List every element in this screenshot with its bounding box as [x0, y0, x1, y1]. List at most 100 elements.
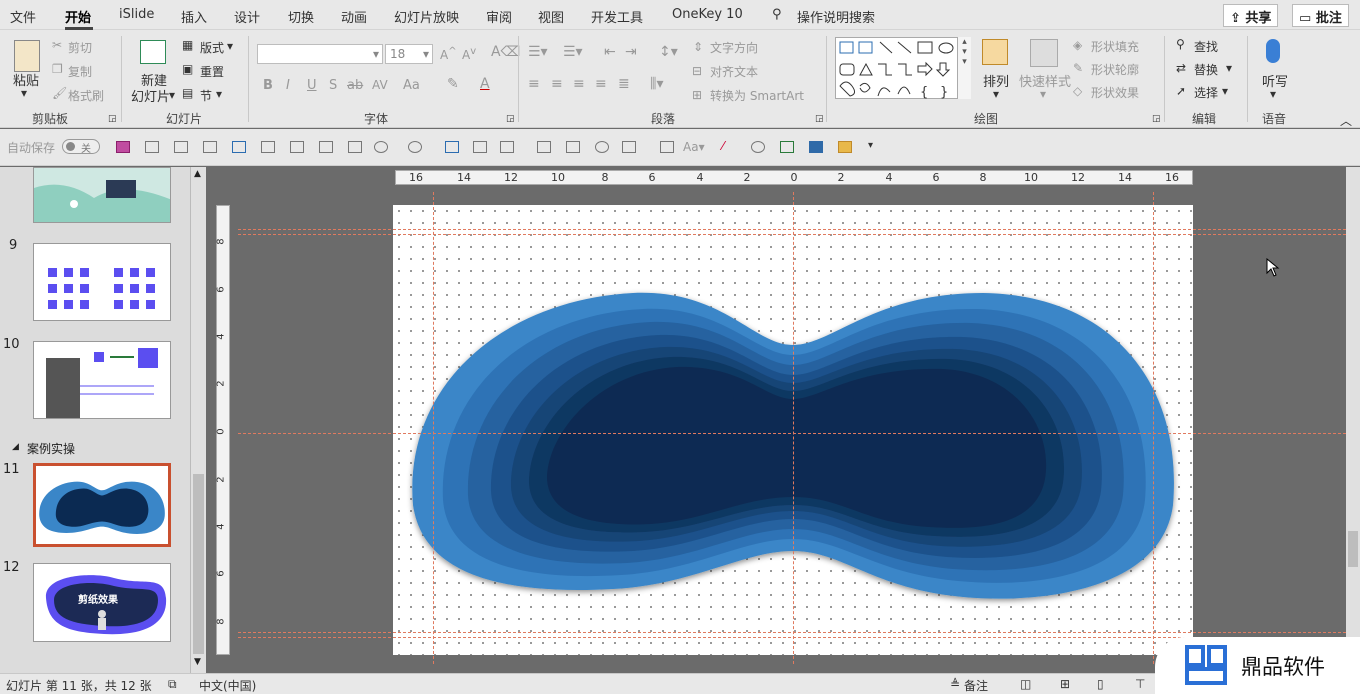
replace-button[interactable]: 替换: [1194, 61, 1218, 78]
guide-line[interactable]: [1153, 192, 1154, 664]
align-text-button[interactable]: 对齐文本: [710, 63, 758, 80]
notes-button[interactable]: 备注: [964, 677, 988, 694]
align-top-icon[interactable]: [261, 141, 275, 153]
guide-line[interactable]: [433, 192, 434, 664]
layout-button[interactable]: 版式: [200, 39, 224, 56]
line-spacing-icon[interactable]: ↕▾: [659, 44, 678, 60]
slideshow-view-icon[interactable]: ⊤: [1135, 677, 1145, 691]
strikethrough-button[interactable]: ab: [347, 78, 363, 93]
ungroup-icon[interactable]: [203, 141, 217, 153]
guide-line[interactable]: [238, 229, 1346, 230]
font-launcher-icon[interactable]: ◲: [506, 114, 515, 124]
share-button[interactable]: ⇪ 共享: [1223, 4, 1279, 27]
chart-icon[interactable]: [780, 141, 794, 153]
align-center-icon[interactable]: ≡: [551, 76, 563, 92]
menu-review[interactable]: 审阅: [486, 7, 512, 26]
menu-insert[interactable]: 插入: [181, 7, 207, 26]
columns-icon[interactable]: ⫼▾: [650, 76, 663, 92]
autosave-toggle[interactable]: 关: [62, 139, 100, 155]
slide-thumbnail[interactable]: [33, 167, 171, 223]
distributed-icon[interactable]: ≣: [618, 76, 630, 92]
customize-qat-icon[interactable]: ▾: [868, 140, 873, 151]
comments-button[interactable]: ▭ 批注: [1292, 4, 1349, 27]
distribute-icon[interactable]: [290, 141, 304, 153]
shape-fill-quick-icon[interactable]: [408, 141, 422, 153]
paragraph-launcher-icon[interactable]: ◲: [815, 114, 824, 124]
gear-icon[interactable]: [751, 141, 765, 153]
accessibility-icon[interactable]: ⧉: [168, 677, 177, 692]
print-icon[interactable]: [537, 141, 551, 153]
bullets-icon[interactable]: ☰▾: [528, 44, 548, 60]
guide-line[interactable]: [238, 234, 1346, 235]
clipboard-launcher-icon[interactable]: ◲: [108, 114, 117, 124]
dictate-dropdown-icon[interactable]: ▾: [1270, 87, 1276, 101]
shadow-button[interactable]: S: [329, 78, 337, 93]
section-button[interactable]: 节: [200, 87, 212, 104]
cut-button[interactable]: 剪切: [68, 39, 92, 56]
editor-scrollbar[interactable]: [1346, 167, 1360, 673]
menu-animations[interactable]: 动画: [341, 7, 367, 26]
normal-view-icon[interactable]: ◫: [1020, 677, 1031, 691]
bold-button[interactable]: B: [263, 78, 273, 93]
slide-thumbnail[interactable]: 剪纸效果: [33, 563, 171, 642]
guide-line[interactable]: [793, 192, 794, 664]
scroll-down-icon[interactable]: ▼: [194, 657, 201, 667]
magic-wand-icon[interactable]: ⁄: [722, 139, 724, 153]
italic-button[interactable]: I: [286, 78, 290, 93]
quick-styles-icon[interactable]: [1030, 39, 1058, 67]
numbering-icon[interactable]: ☰▾: [563, 44, 583, 60]
align-right-icon[interactable]: ≡: [573, 76, 585, 92]
decrease-indent-icon[interactable]: ⇤: [604, 44, 616, 60]
underline-button[interactable]: U: [307, 78, 317, 93]
reset-button[interactable]: 重置: [200, 63, 224, 80]
shapes-gallery[interactable]: { }: [835, 37, 971, 100]
microphone-icon[interactable]: [1266, 39, 1280, 63]
arrange-dropdown-icon[interactable]: ▾: [993, 87, 999, 101]
select-dropdown-icon[interactable]: ▾: [1222, 84, 1228, 98]
tell-me-search[interactable]: 操作说明搜索: [797, 7, 875, 26]
new-slide-label[interactable]: 幻灯片: [131, 86, 170, 105]
slide-sorter-icon[interactable]: ⊞: [1060, 677, 1070, 691]
format-painter-button[interactable]: 格式刷: [68, 87, 104, 104]
crop-shape-icon[interactable]: [319, 141, 333, 153]
guide-line[interactable]: [238, 433, 1346, 434]
scroll-thumb[interactable]: [193, 474, 204, 654]
shape-fill-button[interactable]: 形状填充: [1091, 38, 1139, 55]
convert-smartart-button[interactable]: 转换为 SmartArt: [710, 87, 804, 104]
new-slide-dropdown-icon[interactable]: ▾: [169, 88, 175, 102]
reading-view-icon[interactable]: ▯: [1097, 677, 1104, 691]
menu-developer[interactable]: 开发工具: [591, 7, 643, 26]
increase-indent-icon[interactable]: ⇥: [625, 44, 637, 60]
edit-points-icon[interactable]: [348, 141, 362, 153]
thumbnail-scrollbar[interactable]: ▲ ▼: [190, 167, 206, 673]
shape-effects-button[interactable]: 形状效果: [1091, 84, 1139, 101]
section-name[interactable]: 案例实操: [27, 440, 75, 457]
align-icon[interactable]: [622, 141, 636, 153]
menu-slideshow[interactable]: 幻灯片放映: [394, 7, 459, 26]
gallery-scroll[interactable]: ▴ ▾ ▾: [957, 37, 971, 99]
shape-outline-button[interactable]: 形状轮廓: [1091, 61, 1139, 78]
justify-icon[interactable]: ≡: [595, 76, 607, 92]
menu-design[interactable]: 设计: [234, 7, 260, 26]
folder-icon[interactable]: [838, 141, 852, 153]
section-collapse-icon[interactable]: ◢: [12, 442, 19, 452]
slide-thumbnail[interactable]: [33, 243, 171, 321]
paste-dropdown-icon[interactable]: ▾: [21, 86, 27, 100]
layout-dropdown-icon[interactable]: ▾: [227, 39, 233, 53]
language-indicator[interactable]: 中文(中国): [199, 677, 256, 694]
paste-icon[interactable]: [14, 40, 40, 72]
increase-font-icon[interactable]: A^: [440, 46, 457, 62]
select-button[interactable]: 选择: [1194, 84, 1218, 101]
settings-icon[interactable]: [595, 141, 609, 153]
merge-shapes-icon[interactable]: [374, 141, 388, 153]
scroll-up-icon[interactable]: ▲: [194, 169, 201, 179]
collapse-ribbon-icon[interactable]: ︿: [1340, 112, 1352, 129]
slide-thumbnail-selected[interactable]: [33, 463, 171, 547]
char-spacing-button[interactable]: AV: [372, 78, 388, 92]
font-size-input[interactable]: 18 ▾: [385, 44, 433, 64]
move-icon[interactable]: [232, 141, 246, 153]
drawing-launcher-icon[interactable]: ◲: [1152, 114, 1161, 124]
new-slide-icon[interactable]: [140, 40, 166, 64]
quick-styles-dropdown-icon[interactable]: ▾: [1040, 87, 1046, 101]
color-block-icon[interactable]: [809, 141, 823, 153]
